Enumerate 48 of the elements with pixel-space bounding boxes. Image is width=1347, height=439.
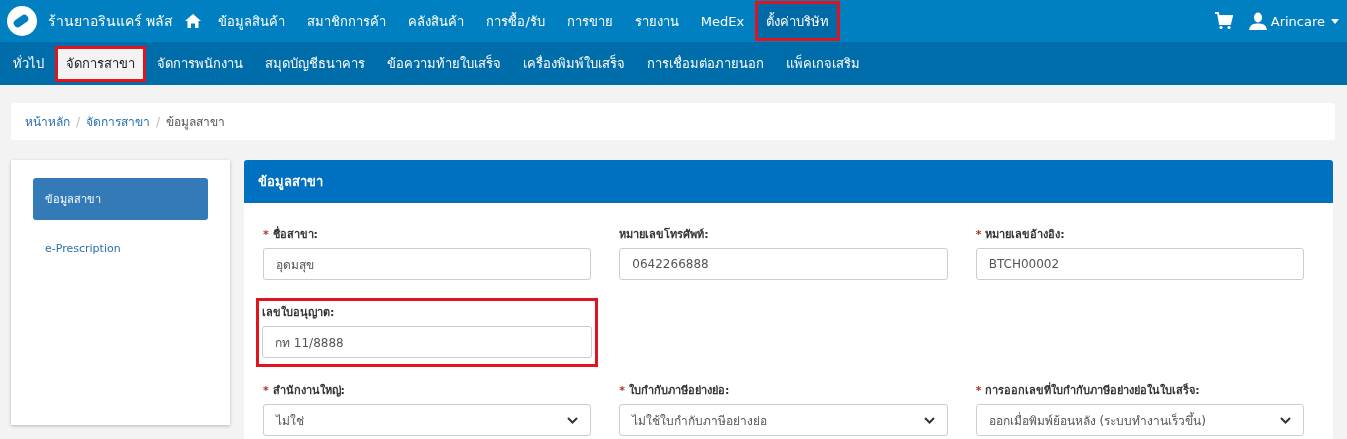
field-label: * หมายเลขอ้างอิง: — [975, 227, 1066, 243]
select-field[interactable]: ออกเมื่อพิมพ์ย้อนหลัง (ระบบทำงานเร็วขึ้น) — [975, 404, 1304, 436]
breadcrumb-separator: / — [76, 114, 81, 129]
subnav-tab[interactable]: จัดการพนักงาน — [146, 45, 254, 82]
field-label: * การออกเลขที่ใบกำกับภาษีอย่างย่อในใบเสร็จ: — [975, 381, 1201, 399]
chevron-icon — [923, 416, 935, 424]
sidebar-item[interactable]: ข้อมูลสาขา — [33, 178, 208, 220]
user-icon[interactable] — [1248, 12, 1267, 30]
nav-item[interactable]: สมาชิกการค้า — [296, 0, 398, 42]
input-field[interactable]: 0642266888 — [619, 248, 948, 280]
nav-item[interactable]: รายงาน — [623, 0, 690, 42]
chevron-icon — [567, 416, 579, 424]
nav-item[interactable]: การขาย — [555, 0, 624, 42]
home-icon[interactable] — [185, 14, 202, 28]
panel-title: ข้อมูลสาขา — [244, 160, 1333, 203]
subnav-tab[interactable]: แพ็คเกจเสริม — [775, 45, 871, 82]
logo-icon — [6, 5, 38, 37]
subnav-tab[interactable]: การเชื่อมต่อภายนอก — [636, 45, 775, 82]
input-field[interactable]: กท 11/8888 — [262, 326, 593, 358]
input-field[interactable]: BTCH00002 — [975, 248, 1304, 280]
select-field[interactable]: ไม่ใช้ใบกำกับภาษีอย่างย่อ — [619, 404, 948, 436]
breadcrumb-separator: / — [156, 114, 161, 129]
cart-icon[interactable] — [1214, 12, 1233, 30]
field-label: เลขใบอนุญาต: — [262, 304, 336, 321]
nav-item[interactable]: การซื้อ/รับ — [475, 0, 556, 42]
breadcrumb-link[interactable]: หน้าหลัก — [25, 112, 70, 131]
input-field[interactable]: อุดมสุข — [263, 248, 592, 280]
field-label: * ใบกำกับภาษีอย่างย่อ: — [619, 382, 731, 399]
field-label: * สำนักงานใหญ่: — [263, 382, 346, 399]
user-menu[interactable]: Arincare — [1270, 13, 1339, 29]
nav-item[interactable]: ข้อมูลสินค้า — [207, 0, 297, 42]
chevron-icon — [1280, 416, 1291, 424]
nav-item[interactable]: คลังสินค้า — [397, 0, 476, 42]
subnav-tab[interactable]: ทั่วไป — [2, 45, 55, 82]
sidebar-item[interactable]: e-Prescription — [33, 230, 208, 267]
breadcrumb-current: ข้อมูลสาขา — [166, 114, 226, 131]
breadcrumb-link[interactable]: จัดการสาขา — [86, 112, 151, 131]
field-label: * ชื่อสาขา: — [263, 225, 319, 243]
nav-item[interactable]: MedEx — [689, 0, 756, 42]
caret-icon — [1331, 18, 1339, 24]
subnav-tab[interactable]: สมุดบัญชีธนาคาร — [254, 45, 376, 82]
subnav-tab[interactable]: เครื่องพิมพ์ใบเสร็จ — [512, 45, 636, 82]
field-label: หมายเลขโทรศัพท์: — [619, 226, 710, 243]
nav-item[interactable]: ตั้งค่าบริษัท — [755, 1, 841, 41]
brand-name[interactable]: ร้านยาอรินแคร์ พลัส — [48, 10, 174, 32]
select-field[interactable]: ไม่ใช่ — [263, 404, 592, 436]
subnav-tab[interactable]: ข้อความท้ายใบเสร็จ — [376, 45, 512, 82]
subnav-tab[interactable]: จัดการสาขา — [55, 45, 146, 82]
